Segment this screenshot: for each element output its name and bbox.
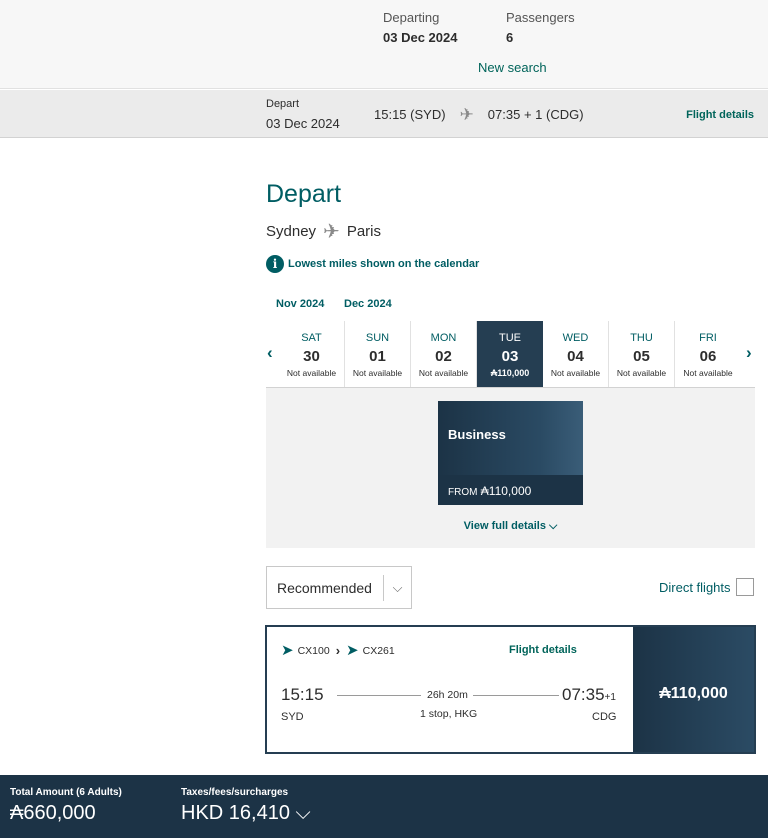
date-number: 01 bbox=[369, 348, 386, 365]
plane-icon: ✈ bbox=[459, 104, 474, 124]
from-label: FROM bbox=[448, 487, 478, 498]
date-number: 04 bbox=[567, 348, 584, 365]
chevron-right-icon[interactable]: › bbox=[746, 343, 752, 363]
departing-summary: Departing 03 Dec 2024 bbox=[383, 10, 457, 45]
flight-result-card[interactable]: ➤ CX100 › ➤ CX261 Flight details 15:15 S… bbox=[265, 625, 756, 754]
direct-flights-checkbox[interactable] bbox=[736, 578, 754, 596]
cabin-class: Business bbox=[448, 427, 506, 442]
month-tab-dec-2024[interactable]: Dec 2024 bbox=[344, 298, 392, 310]
taxes-label: Taxes/fees/surcharges bbox=[181, 787, 289, 798]
chevron-right-icon: › bbox=[335, 643, 341, 658]
date-status: Not available bbox=[286, 368, 337, 378]
departing-value: 03 Dec 2024 bbox=[383, 30, 458, 45]
page-title: Depart bbox=[266, 180, 342, 208]
total-amount-value: ₳660,000 bbox=[10, 802, 96, 824]
chevron-down-icon: ⌵ bbox=[383, 575, 411, 601]
selected-flight-bar: Depart 03 Dec 2024 15:15 (SYD) ✈ 07:35 +… bbox=[0, 90, 768, 138]
route-line: Sydney ✈ Paris bbox=[266, 220, 381, 243]
passengers-summary: Passengers 6 bbox=[506, 10, 575, 45]
sort-select[interactable]: Recommended ⌵ bbox=[266, 566, 412, 609]
arrival-time: 07:35+1 bbox=[562, 685, 616, 705]
chevron-left-icon[interactable]: ‹ bbox=[267, 343, 273, 363]
search-summary: Departing 03 Dec 2024 Passengers 6 New s… bbox=[0, 0, 768, 89]
arrival-time-value: 07:35 bbox=[562, 685, 605, 704]
date-weekday: MON bbox=[430, 332, 457, 344]
date-weekday: WED bbox=[562, 332, 589, 344]
date-cell-mon-02[interactable]: MON 02 Not available bbox=[411, 321, 477, 387]
taxes-value-toggle[interactable]: HKD 16,410 ⌵ bbox=[181, 802, 311, 825]
arrival-day-offset: +1 bbox=[604, 692, 616, 703]
depart-bar-arrival: 07:35 + 1 (CDG) bbox=[487, 107, 584, 122]
info-icon: i bbox=[266, 255, 284, 273]
depart-bar-route: 15:15 (SYD) ✈ 07:35 + 1 (CDG) bbox=[374, 104, 584, 124]
flight-numbers: ➤ CX100 › ➤ CX261 bbox=[281, 641, 395, 659]
flight-stops: 1 stop, HKG bbox=[420, 708, 478, 720]
arrival-airport: CDG bbox=[592, 711, 617, 723]
date-number: 02 bbox=[435, 348, 452, 365]
flight-details-link[interactable]: Flight details bbox=[509, 644, 577, 656]
fare-panel: Business FROM ₳110,000 View full details… bbox=[266, 388, 755, 548]
passengers-label: Passengers bbox=[506, 10, 575, 25]
new-search-link[interactable]: New search bbox=[478, 60, 547, 75]
date-cell-sat-30[interactable]: SAT 30 Not available bbox=[279, 321, 345, 387]
date-weekday: FRI bbox=[699, 332, 717, 344]
date-number: 06 bbox=[699, 348, 717, 365]
date-weekday: SAT bbox=[301, 332, 322, 344]
sort-value: Recommended bbox=[277, 580, 372, 596]
date-weekday: THU bbox=[630, 332, 653, 344]
departure-time: 15:15 bbox=[281, 685, 324, 704]
date-cell-sun-01[interactable]: SUN 01 Not available bbox=[345, 321, 411, 387]
month-tab-nov-2024[interactable]: Nov 2024 bbox=[276, 298, 324, 310]
date-price: ₳110,000 bbox=[490, 368, 530, 378]
date-strip: ‹ SAT 30 Not available SUN 01 Not availa… bbox=[266, 321, 755, 388]
date-status: Not available bbox=[418, 368, 469, 378]
date-cell-fri-06[interactable]: FRI 06 Not available bbox=[675, 321, 741, 387]
depart-bar-label: Depart bbox=[266, 98, 300, 110]
route-line-right bbox=[473, 695, 559, 696]
date-status: Not available bbox=[352, 368, 403, 378]
view-full-details-link[interactable]: View full details ⌵ bbox=[266, 520, 755, 533]
departing-label: Departing bbox=[383, 10, 440, 25]
depart-bar-date: 03 Dec 2024 bbox=[266, 116, 340, 131]
calendar-info-note: i Lowest miles shown on the calendar bbox=[266, 255, 479, 273]
total-amount-label: Total Amount (6 Adults) bbox=[10, 787, 122, 798]
date-number: 05 bbox=[633, 348, 650, 365]
from-price: ₳110,000 bbox=[480, 484, 532, 498]
depart-bar-flight-details-link[interactable]: Flight details bbox=[686, 109, 754, 121]
second-flight-number: CX261 bbox=[362, 644, 395, 657]
date-cell-wed-04[interactable]: WED 04 Not available bbox=[543, 321, 609, 387]
business-fare-card[interactable]: Business FROM ₳110,000 bbox=[438, 401, 583, 505]
date-weekday: TUE bbox=[499, 332, 521, 344]
passengers-value: 6 bbox=[506, 30, 514, 45]
total-footer: Total Amount (6 Adults) ₳660,000 Taxes/f… bbox=[0, 775, 768, 838]
plane-icon: ✈ bbox=[323, 220, 340, 243]
date-status: Not available bbox=[616, 368, 667, 378]
departure-airport: SYD bbox=[281, 711, 304, 723]
date-status: Not available bbox=[550, 368, 601, 378]
airline-logo-icon: ➤ bbox=[281, 641, 294, 659]
route-line-left bbox=[337, 695, 421, 696]
info-note-text: Lowest miles shown on the calendar bbox=[288, 258, 480, 270]
depart-bar-departure: 15:15 (SYD) bbox=[374, 107, 446, 122]
date-weekday: SUN bbox=[365, 332, 390, 344]
date-status: Not available bbox=[683, 368, 733, 378]
first-flight-number: CX100 bbox=[297, 644, 330, 657]
date-cell-thu-05[interactable]: THU 05 Not available bbox=[609, 321, 675, 387]
fare-from-bar: FROM ₳110,000 bbox=[438, 475, 583, 505]
flight-duration: 26h 20m bbox=[427, 689, 468, 701]
date-number: 03 bbox=[501, 348, 519, 365]
airline-logo-icon: ➤ bbox=[346, 641, 359, 659]
direct-flights-label[interactable]: Direct flights bbox=[659, 580, 731, 595]
date-number: 30 bbox=[303, 348, 320, 365]
destination-city: Paris bbox=[346, 223, 381, 240]
origin-city: Sydney bbox=[266, 223, 317, 240]
flight-price-button[interactable]: ₳110,000 bbox=[633, 627, 754, 752]
date-cell-tue-03-selected[interactable]: TUE 03 ₳110,000 bbox=[477, 321, 543, 387]
